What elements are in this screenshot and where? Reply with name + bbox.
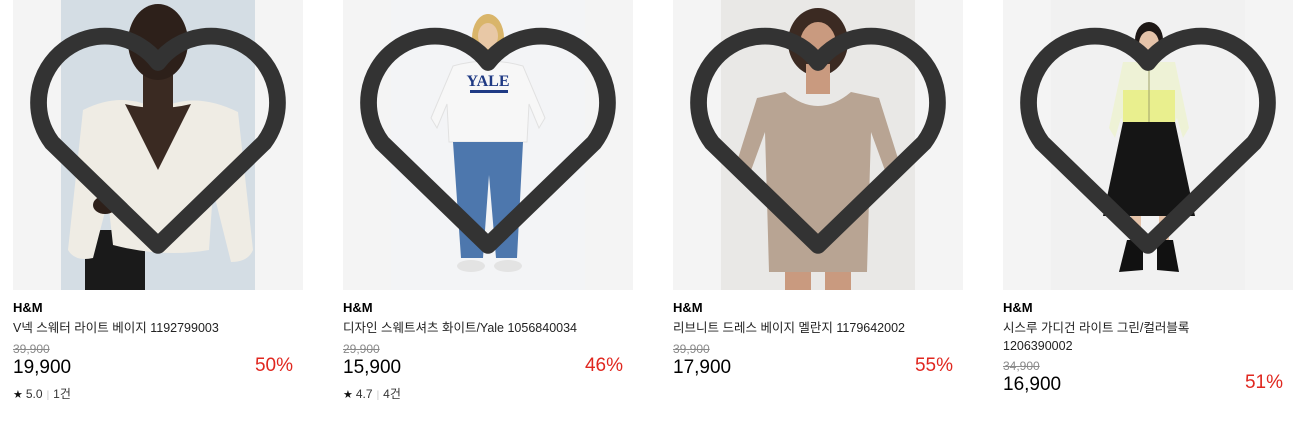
heart-outline-icon[interactable] (673, 0, 963, 290)
price-block: 39,900 19,900 50% (13, 342, 303, 379)
divider: | (376, 390, 380, 401)
brand-name: H&M (1003, 300, 1033, 315)
divider: | (46, 390, 50, 401)
discount-rate: 50% (254, 355, 293, 376)
product-card[interactable]: H&M 리브니트 드레스 베이지 멜란지 1179642002 39,900 1… (673, 0, 963, 438)
product-card[interactable]: YALE H&M 디자인 스웨트셔츠 화이트/Yale 1056840034 2… (343, 0, 633, 438)
price-block: 34,900 16,900 51% (1003, 359, 1293, 396)
star-icon: ★ (343, 389, 353, 401)
review-count: 1건 (53, 387, 71, 401)
brand-name: H&M (673, 300, 703, 315)
price-block: 29,900 15,900 46% (343, 342, 633, 379)
original-price: 39,900 (673, 342, 710, 356)
rating-summary: ★ 4.7 | 4건 (343, 386, 401, 404)
discount-rate: 55% (914, 355, 953, 376)
product-name[interactable]: 시스루 가디건 라이트 그린/컬러블록 1206390002 (1003, 319, 1203, 355)
product-image[interactable] (1003, 0, 1293, 290)
rating-score: 5.0 (25, 387, 43, 401)
discount-rate: 46% (584, 355, 623, 376)
brand-name: H&M (343, 300, 373, 315)
product-image[interactable]: YALE (343, 0, 633, 290)
price-block: 39,900 17,900 55% (673, 342, 963, 379)
heart-outline-icon[interactable] (13, 0, 303, 290)
original-price: 29,900 (343, 342, 380, 356)
product-name[interactable]: V넥 스웨터 라이트 베이지 1192799003 (13, 319, 253, 337)
product-image[interactable] (673, 0, 963, 290)
product-image[interactable] (13, 0, 303, 290)
product-card[interactable]: H&M V넥 스웨터 라이트 베이지 1192799003 39,900 19,… (13, 0, 303, 438)
rating-score: 4.7 (355, 387, 373, 401)
product-name[interactable]: 디자인 스웨트셔츠 화이트/Yale 1056840034 (343, 319, 583, 337)
product-card[interactable]: H&M 시스루 가디건 라이트 그린/컬러블록 1206390002 34,90… (1003, 0, 1293, 438)
rating-summary: ★ 5.0 | 1건 (13, 386, 71, 404)
brand-name: H&M (13, 300, 43, 315)
review-count: 4건 (383, 387, 401, 401)
discount-rate: 51% (1244, 372, 1283, 393)
heart-outline-icon[interactable] (1003, 0, 1293, 290)
star-icon: ★ (13, 389, 23, 401)
original-price: 34,900 (1003, 359, 1040, 373)
heart-outline-icon[interactable] (343, 0, 633, 290)
product-name[interactable]: 리브니트 드레스 베이지 멜란지 1179642002 (673, 319, 913, 337)
product-grid: H&M V넥 스웨터 라이트 베이지 1192799003 39,900 19,… (13, 0, 1303, 438)
original-price: 39,900 (13, 342, 50, 356)
